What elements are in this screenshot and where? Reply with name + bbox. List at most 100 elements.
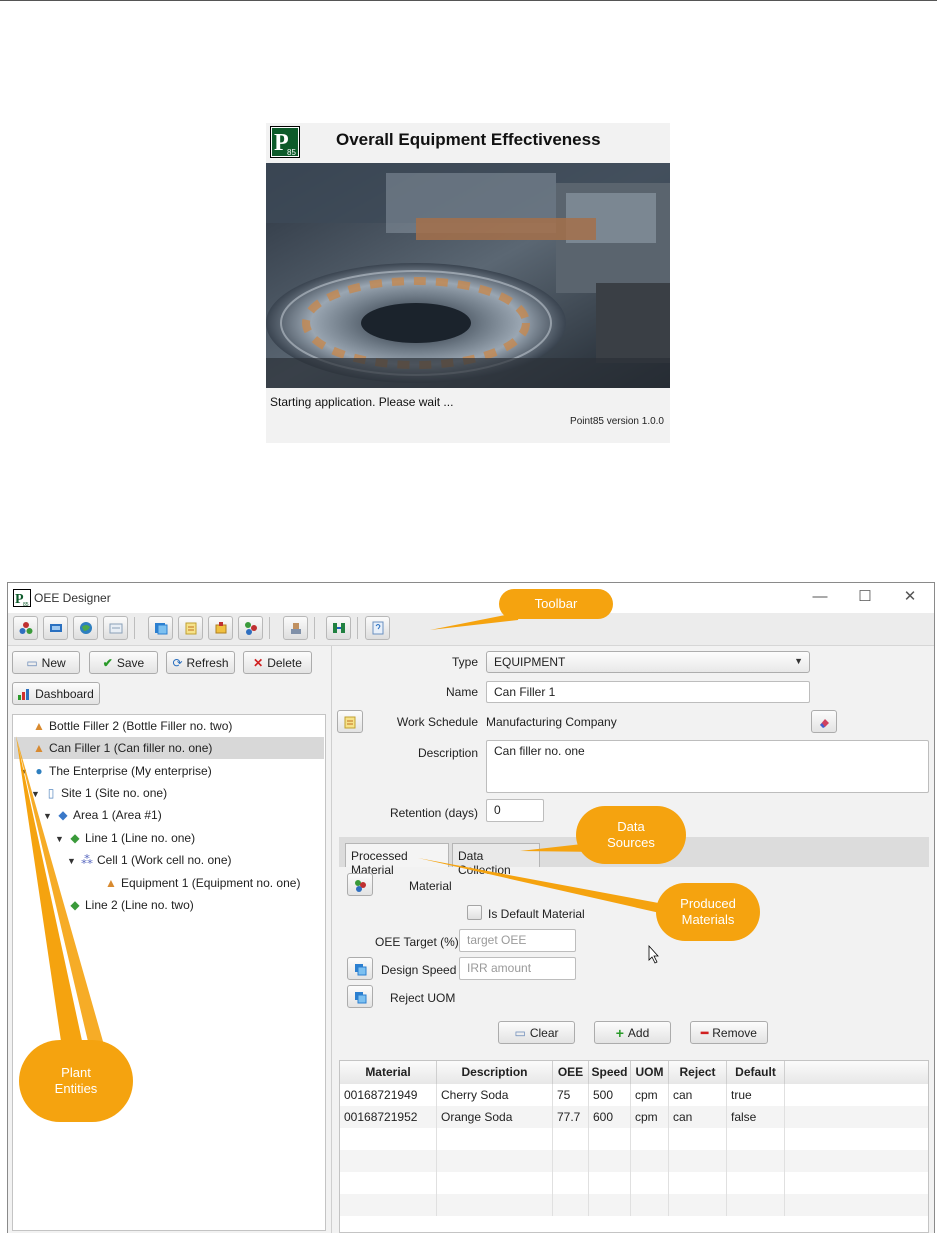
design-speed-button[interactable] [347, 957, 373, 980]
clear-schedule-button[interactable] [811, 710, 837, 733]
toolbar-separator [357, 617, 358, 639]
description-label: Description [417, 746, 478, 760]
new-button[interactable]: ▭ New [12, 651, 80, 674]
collector-toolbar-button[interactable] [238, 616, 263, 640]
plus-icon: + [615, 1024, 624, 1041]
chevron-down-icon: ▼ [794, 656, 803, 666]
app-logo-icon: P 85 [13, 589, 31, 607]
minimize-button[interactable]: — [808, 588, 832, 606]
cell-reject: can [669, 1106, 727, 1128]
name-field[interactable]: Can Filler 1 [486, 681, 810, 703]
column-header-uom[interactable]: UOM [631, 1061, 669, 1084]
tree-node-site-1[interactable]: ▼ ▯ Site 1 (Site no. one) [31, 783, 167, 803]
tester-toolbar-button[interactable] [208, 616, 233, 640]
clear-button[interactable]: ▭ Clear [498, 1021, 575, 1044]
expand-arrow-icon[interactable]: ▼ [43, 806, 55, 826]
site-icon: ▯ [47, 786, 55, 800]
work-schedule-toolbar-button[interactable] [178, 616, 203, 640]
tree-node-can-filler-1[interactable]: ▲ Can Filler 1 (Can filler no. one) [19, 738, 212, 758]
tree-node-enterprise[interactable]: ▼ ● The Enterprise (My enterprise) [19, 761, 212, 781]
toolbar-separator [134, 617, 135, 639]
help-icon [372, 621, 384, 635]
materials-toolbar-button[interactable] [43, 616, 68, 640]
maximize-button[interactable]: ☐ [853, 588, 877, 606]
logo-number: 85 [287, 148, 296, 157]
bar-chart-icon [18, 688, 30, 700]
cell-material: 00168721949 [340, 1084, 437, 1106]
cell-description: Orange Soda [437, 1106, 553, 1128]
add-button-label: Add [627, 1025, 650, 1040]
table-row[interactable]: 00168721949 Cherry Soda 75 500 cpm can t… [340, 1084, 928, 1106]
design-speed-input[interactable]: IRR amount [459, 957, 576, 980]
callout-plant-line1: Plant [61, 1065, 91, 1080]
work-schedule-button[interactable] [337, 710, 363, 733]
callout-produced-line1: Produced [680, 896, 736, 911]
import-toolbar-button[interactable] [148, 616, 173, 640]
dashboard-button-label: Dashboard [35, 686, 94, 701]
column-header-speed[interactable]: Speed [589, 1061, 631, 1084]
cell-icon: ⁂ [81, 853, 93, 867]
close-button[interactable]: ✕ [898, 588, 922, 606]
help-toolbar-button[interactable] [365, 616, 390, 640]
server-toolbar-button[interactable] [283, 616, 308, 640]
tree-node-area-1[interactable]: ▼ ◆ Area 1 (Area #1) [43, 805, 162, 825]
refresh-button[interactable]: ⟳ Refresh [166, 651, 235, 674]
cell-oee: 77.7 [553, 1106, 589, 1128]
save-button[interactable]: ✔ Save [89, 651, 158, 674]
expand-arrow-icon[interactable]: ▼ [31, 784, 43, 804]
delete-button[interactable]: ✕ Delete [243, 651, 312, 674]
remove-button[interactable]: ━ Remove [690, 1021, 768, 1044]
table-row[interactable]: 00168721952 Orange Soda 77.7 600 cpm can… [340, 1106, 928, 1128]
column-header-material[interactable]: Material [340, 1061, 437, 1084]
cell-reject: can [669, 1084, 727, 1106]
cell-material: 00168721952 [340, 1106, 437, 1128]
reject-uom-button[interactable] [347, 985, 373, 1008]
uom-toolbar-button[interactable] [13, 616, 38, 640]
reason-toolbar-button[interactable] [73, 616, 98, 640]
plant-entity-tree[interactable]: ▲ Bottle Filler 2 (Bottle Filler no. two)… [12, 714, 326, 1231]
cell-oee: 75 [553, 1084, 589, 1106]
expand-arrow-icon[interactable]: ▼ [67, 851, 79, 871]
splash-version-text: Point85 version 1.0.0 [570, 416, 664, 427]
description-field[interactable]: Can filler no. one [486, 740, 929, 793]
dashboard-toolbar-button[interactable] [326, 616, 351, 640]
tree-node-label: Can Filler 1 (Can filler no. one) [49, 741, 213, 755]
material-picker-button[interactable] [347, 873, 373, 896]
tree-node-label: Line 2 (Line no. two) [85, 898, 194, 912]
tree-node-line-2[interactable]: ◆ Line 2 (Line no. two) [55, 895, 194, 915]
minus-icon: ━ [701, 1025, 709, 1040]
column-header-description[interactable]: Description [437, 1061, 553, 1084]
point85-logo-icon: P 85 [270, 126, 300, 158]
dashboard-button[interactable]: Dashboard [12, 682, 100, 705]
column-header-oee[interactable]: OEE [553, 1061, 589, 1084]
calendar-toolbar-button[interactable] [103, 616, 128, 640]
column-header-reject[interactable]: Reject [669, 1061, 727, 1084]
tree-node-bottle-filler-2[interactable]: ▲ Bottle Filler 2 (Bottle Filler no. two) [19, 716, 232, 736]
expand-arrow-icon[interactable]: ▼ [55, 829, 67, 849]
dashboard-icon [333, 623, 345, 633]
collector-icon [245, 622, 257, 635]
column-header-default[interactable]: Default [727, 1061, 785, 1084]
tab-processed-material[interactable]: Processed Material [345, 843, 449, 877]
is-default-checkbox[interactable] [467, 905, 482, 920]
expand-arrow-icon[interactable]: ▼ [19, 762, 31, 782]
tab-data-collection[interactable]: Data Collection [452, 843, 540, 877]
type-select[interactable]: EQUIPMENT ▼ [486, 651, 810, 673]
import-icon [155, 623, 168, 635]
reject-uom-label: Reject UOM [390, 991, 456, 1005]
top-border-line [0, 0, 937, 1]
splash-status-text: Starting application. Please wait ... [270, 395, 454, 409]
retention-field[interactable]: 0 [486, 799, 544, 822]
oee-target-input[interactable]: target OEE [459, 929, 576, 952]
clear-button-label: Clear [529, 1025, 559, 1040]
retention-label: Retention (days) [389, 806, 478, 820]
splash-title: Overall Equipment Effectiveness [336, 130, 601, 149]
reason-icon [80, 622, 92, 634]
toolbar-separator [314, 617, 315, 639]
tree-node-cell-1[interactable]: ▼ ⁂ Cell 1 (Work cell no. one) [67, 850, 232, 870]
tree-node-line-1[interactable]: ▼ ◆ Line 1 (Line no. one) [55, 828, 195, 848]
tree-node-equipment-1[interactable]: ▲ Equipment 1 (Equipment no. one) [91, 873, 300, 893]
table-row-empty [340, 1194, 928, 1216]
add-button[interactable]: + Add [594, 1021, 671, 1044]
type-select-value: EQUIPMENT [494, 655, 566, 669]
